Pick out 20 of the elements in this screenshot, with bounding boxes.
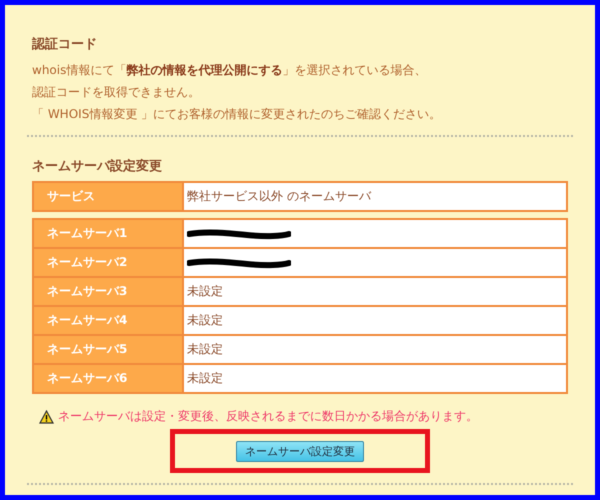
row-label: ネームサーバ5 xyxy=(34,336,184,363)
row-label: ネームサーバ2 xyxy=(34,249,184,276)
table-cell-text: 未設定 xyxy=(186,370,224,387)
table-cell-text: 未設定 xyxy=(186,341,224,358)
table-cell-text: 弊社サービス以外 のネームサーバ xyxy=(186,188,372,205)
row-label: ネームサーバ1 xyxy=(34,220,184,247)
notice-text: whois情報にて「弊社の情報を代理公開にする」を選択されている場合、 xyxy=(32,62,428,79)
warning-text: ネームサーバは設定・変更後、反映されるまでに数日かかる場合があります。 xyxy=(58,408,478,425)
notice-text: 認証コードを取得できません。 xyxy=(32,84,201,101)
section-heading: 認証コード xyxy=(32,36,98,53)
row-label: サービス xyxy=(34,183,184,210)
section-heading: ネームサーバ設定変更 xyxy=(32,158,163,175)
change-nameserver-button[interactable]: ネームサーバ設定変更 xyxy=(236,440,364,462)
table-cell-text: 未設定 xyxy=(186,312,224,329)
row-label: ネームサーバ3 xyxy=(34,278,184,305)
warning-icon xyxy=(39,410,54,424)
notice-text: 「 WHOIS情報変更 」にてお客様の情報に変更されたのちご確認ください。 xyxy=(32,106,442,123)
row-label: ネームサーバ6 xyxy=(34,365,184,392)
row-label: ネームサーバ4 xyxy=(34,307,184,334)
table-cell-text: 未設定 xyxy=(186,283,224,300)
